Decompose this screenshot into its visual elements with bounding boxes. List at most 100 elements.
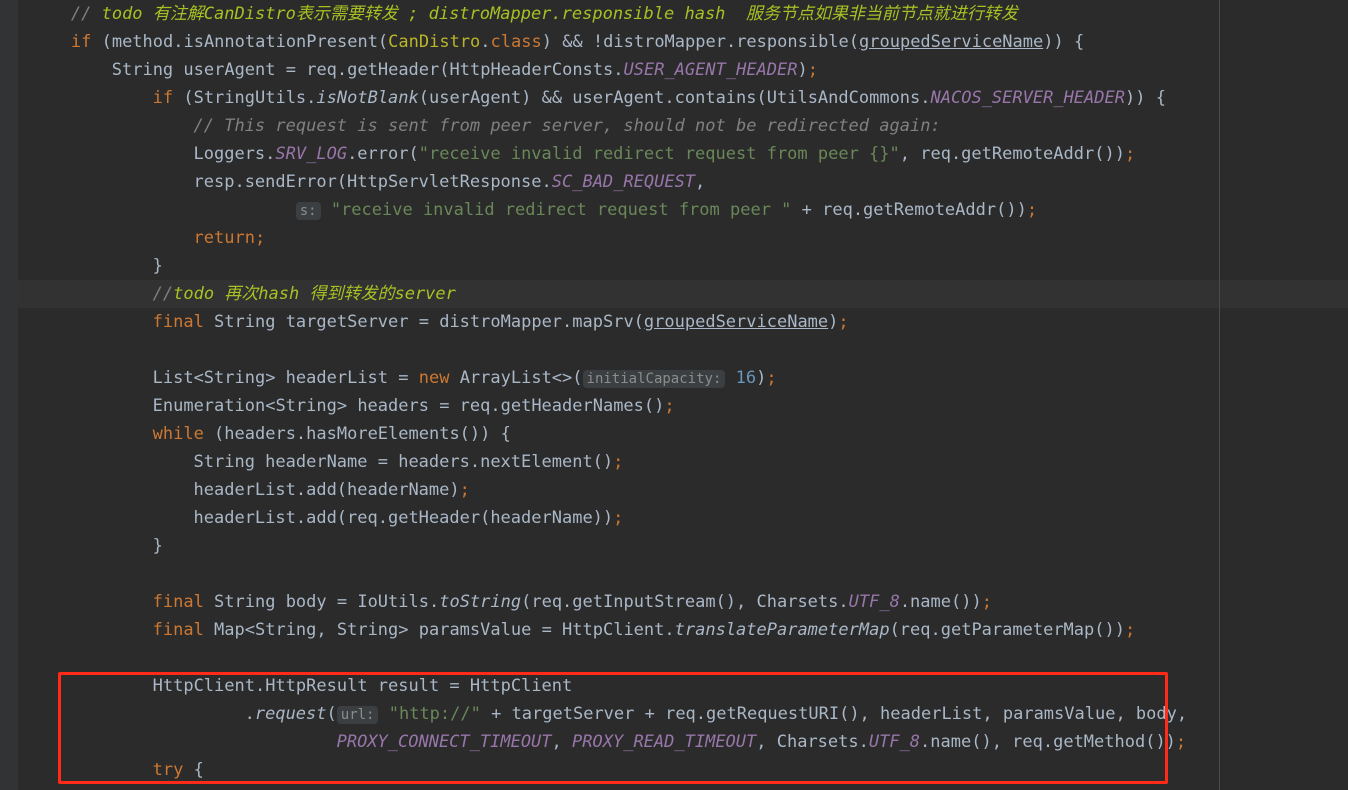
code-token: UTF_8 [868,732,921,752]
code-token: return [193,228,255,248]
code-token: while [152,424,204,444]
code-token: resp.sendError(HttpServletResponse. [193,172,552,192]
code-token: "receive invalid redirect request from p… [418,144,900,164]
code-line[interactable]: final String targetServer = distroMapper… [0,308,1348,336]
code-line[interactable]: // todo 有注解CanDistro表示需要转发 ; distroMappe… [0,0,1348,28]
code-line[interactable]: s: "receive invalid redirect request fro… [0,196,1348,224]
code-token: SRV_LOG [275,144,348,164]
code-token: .error( [347,144,419,164]
code-token: HttpClient.HttpResult result = HttpClien… [152,676,573,696]
code-editor[interactable]: // todo 有注解CanDistro表示需要转发 ; distroMappe… [0,0,1348,790]
code-token: class [490,32,542,52]
code-token: headerList.add(req.getHeader(headerName)… [193,508,614,528]
code-line[interactable] [0,336,1348,364]
code-token: + req.getRemoteAddr()) [791,200,1027,220]
code-token: ; [1175,732,1187,752]
code-token: headerList.add(headerName) [193,480,460,500]
parameter-hint-badge: initialCapacity: [582,370,726,388]
code-line[interactable]: headerList.add(req.getHeader(headerName)… [0,504,1348,532]
code-token: USER_AGENT_HEADER [623,60,798,80]
code-token: ; [1124,144,1136,164]
code-token: ArrayList<>( [449,368,583,388]
code-token: String userAgent = req.getHeader(HttpHea… [111,60,624,80]
code-token: String headerName = headers.nextElement(… [193,452,614,472]
code-line[interactable]: resp.sendError(HttpServletResponse.SC_BA… [0,168,1348,196]
code-token: ; [1026,200,1038,220]
code-token: (req.getParameterMap()) [889,620,1125,640]
code-line[interactable]: HttpClient.HttpResult result = HttpClien… [0,672,1348,700]
code-token: new [418,368,450,388]
code-token: ; [838,312,849,332]
code-token: )) { [1124,88,1166,108]
code-token: ; [613,508,624,528]
code-token: ) [797,60,808,80]
code-line[interactable]: Enumeration<String> headers = req.getHea… [0,392,1348,420]
code-token: // This request is sent from peer server… [193,116,941,136]
code-token: , [695,172,706,192]
code-token: List<String> headerList = [152,368,419,388]
code-line[interactable]: String headerName = headers.nextElement(… [0,448,1348,476]
code-token: String body = IoUtils. [203,592,440,612]
code-token: Enumeration<String> headers = req.getHea… [152,396,665,416]
code-token: . [244,704,255,724]
code-token: groupedServiceName [859,32,1044,52]
code-token: } [152,536,163,556]
code-line[interactable]: try { [0,756,1348,784]
code-token: ) && !distroMapper.responsible( [541,32,860,52]
code-token: final [152,620,204,640]
code-token: (StringUtils. [173,88,317,108]
code-line[interactable]: String userAgent = req.getHeader(HttpHea… [0,56,1348,84]
code-token: } [152,256,163,276]
code-line[interactable]: PROXY_CONNECT_TIMEOUT, PROXY_READ_TIMEOU… [0,728,1348,756]
code-line[interactable]: if (method.isAnnotationPresent(CanDistro… [0,28,1348,56]
code-token: + targetServer + req.getRequestURI(), [480,704,881,724]
code-line[interactable]: headerList.add(headerName); [0,476,1348,504]
code-token: ; [254,228,266,248]
code-token: CanDistro [388,32,481,52]
code-token: final [152,312,204,332]
code-line[interactable]: //todo 再次hash 得到转发的server [0,280,1348,308]
code-token: todo [173,284,225,304]
code-token: (headers.hasMoreElements()) { [203,424,511,444]
parameter-hint-badge: url: [336,706,379,724]
code-line[interactable]: .request(url: "http://" + targetServer +… [0,700,1348,728]
code-line[interactable]: List<String> headerList = new ArrayList<… [0,364,1348,392]
code-token: SC_BAD_REQUEST [551,172,696,192]
code-token: ) [828,312,839,332]
code-token: PROXY_CONNECT_TIMEOUT [336,732,552,752]
code-token: .name()) [899,592,982,612]
code-token: "receive invalid redirect request from p… [330,200,792,220]
code-line[interactable]: } [0,532,1348,560]
code-line[interactable]: if (StringUtils.isNotBlank(userAgent) &&… [0,84,1348,112]
code-token: try [152,760,184,780]
code-line[interactable] [0,644,1348,672]
code-token: toString [439,592,522,612]
code-token: ; [766,368,777,388]
code-token: final [152,592,204,612]
code-token: todo [91,4,153,24]
code-line[interactable] [0,560,1348,588]
code-line[interactable]: Loggers.SRV_LOG.error("receive invalid r… [0,140,1348,168]
code-token: isNotBlank [316,88,419,108]
code-line[interactable]: } [0,252,1348,280]
code-line[interactable]: return; [0,224,1348,252]
code-token: ( [326,704,337,724]
code-token: (method.isAnnotationPresent( [91,32,389,52]
code-line[interactable]: final Map<String, String> paramsValue = … [0,616,1348,644]
code-line[interactable]: final String body = IoUtils.toString(req… [0,588,1348,616]
code-token: ; [981,592,992,612]
code-token: (userAgent) && userAgent.contains(UtilsA… [418,88,931,108]
code-token: groupedServiceName [643,312,829,332]
code-token: // [152,284,174,304]
code-token: 16 [735,368,757,388]
code-token: ; [807,60,818,80]
code-token: PROXY_READ_TIMEOUT [572,732,757,752]
parameter-hint-badge: s: [295,202,321,220]
code-token: , Charsets. [756,732,869,752]
code-token: "http://" [388,704,481,724]
code-token: if [70,32,92,52]
code-line[interactable]: while (headers.hasMoreElements()) { [0,420,1348,448]
code-line[interactable]: // This request is sent from peer server… [0,112,1348,140]
code-token: , req.getRemoteAddr()) [899,144,1125,164]
code-token: . [480,32,491,52]
